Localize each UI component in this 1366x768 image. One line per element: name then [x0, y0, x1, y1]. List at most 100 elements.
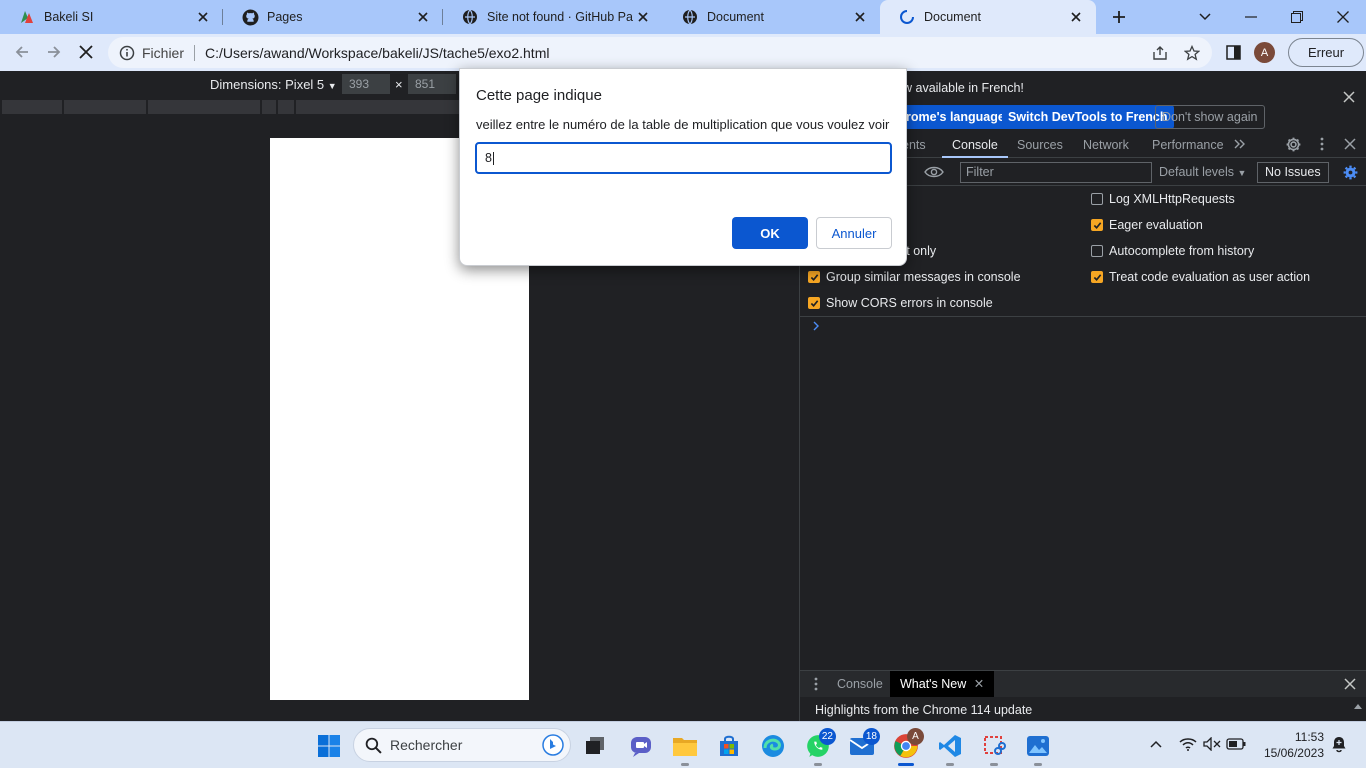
start-button[interactable]	[311, 728, 347, 764]
mail-icon[interactable]: 18	[844, 728, 880, 764]
tab-bakeli[interactable]: Bakeli SI	[0, 0, 223, 34]
drawer-tab-console[interactable]: Console	[837, 671, 883, 697]
dimension-separator: ×	[395, 77, 403, 92]
notifications-bell-icon[interactable]	[1328, 733, 1350, 755]
side-panel-icon[interactable]	[1220, 39, 1246, 65]
live-expression-eye-icon[interactable]	[924, 164, 944, 180]
filter-input[interactable]: Filter	[960, 162, 1152, 183]
url-text[interactable]: C:/Users/awand/Workspace/bakeli/JS/tache…	[205, 45, 549, 61]
device-dimensions-dropdown[interactable]: Dimensions: Pixel 5 ▼	[210, 77, 337, 92]
file-explorer-icon[interactable]	[667, 728, 703, 766]
snipping-tool-icon[interactable]	[976, 728, 1012, 766]
setting-cors-errors[interactable]: Show CORS errors in console	[808, 293, 993, 313]
checkbox-checked[interactable]	[1091, 271, 1103, 283]
task-view-icon[interactable]	[578, 728, 614, 764]
console-prompt-chevron-icon[interactable]	[812, 321, 822, 331]
vscode-icon[interactable]	[932, 728, 968, 766]
close-devtools-icon[interactable]	[1342, 136, 1360, 154]
log-levels-dropdown[interactable]: Default levels ▼	[1159, 165, 1246, 179]
device-width-input[interactable]: 393	[342, 74, 390, 94]
tab-document[interactable]: Document	[663, 0, 880, 34]
microsoft-store-icon[interactable]	[711, 728, 747, 764]
globe-icon	[461, 8, 479, 26]
setting-log-xhr[interactable]: Log XMLHttpRequests	[1091, 189, 1235, 209]
new-tab-button[interactable]	[1106, 5, 1132, 29]
stop-loading-button[interactable]	[73, 39, 99, 65]
setting-label: Log XMLHttpRequests	[1109, 192, 1235, 206]
bookmark-star-icon[interactable]	[1180, 37, 1204, 68]
close-icon[interactable]	[633, 7, 653, 27]
checkbox-unchecked[interactable]	[1091, 245, 1103, 257]
close-icon[interactable]	[413, 7, 433, 27]
error-button[interactable]: Erreur	[1288, 38, 1364, 67]
chrome-icon[interactable]: A	[888, 728, 924, 766]
avatar[interactable]: A	[1254, 42, 1275, 63]
close-drawer-icon[interactable]	[1344, 678, 1356, 690]
tab-document-active[interactable]: Document	[880, 0, 1096, 34]
more-tabs-chevron-icon[interactable]	[1232, 136, 1250, 154]
setting-label: Autocomplete from history	[1109, 244, 1255, 258]
address-bar[interactable]: Fichier C:/Users/awand/Workspace/bakeli/…	[108, 37, 1212, 68]
checkbox-unchecked[interactable]	[1091, 193, 1103, 205]
taskbar-clock[interactable]: 11:53 15/06/2023	[1256, 729, 1324, 761]
issues-button[interactable]: No Issues	[1257, 162, 1329, 183]
gear-icon[interactable]	[1285, 136, 1303, 154]
checkbox-checked[interactable]	[808, 271, 820, 283]
close-icon[interactable]	[1066, 7, 1086, 27]
setting-treat-code-eval[interactable]: Treat code evaluation as user action	[1091, 267, 1310, 287]
forward-button[interactable]	[41, 39, 67, 65]
dialog-input[interactable]: 8	[475, 142, 892, 174]
teams-chat-icon[interactable]	[623, 728, 659, 764]
drawer-menu-icon[interactable]	[810, 676, 822, 692]
tab-performance[interactable]: Performance	[1152, 132, 1224, 158]
match-chrome-language-button[interactable]: rome's language	[900, 105, 1011, 129]
tab-console[interactable]: Console	[942, 132, 1008, 158]
tab-site-not-found[interactable]: Site not found · GitHub Pages	[443, 0, 663, 34]
github-icon	[241, 8, 259, 26]
tab-pages[interactable]: Pages	[223, 0, 443, 34]
volume-muted-icon[interactable]	[1201, 733, 1223, 755]
dont-show-again-button[interactable]: Don't show again	[1155, 105, 1265, 129]
battery-icon[interactable]	[1225, 733, 1247, 755]
tab-network[interactable]: Network	[1083, 132, 1129, 158]
ok-button[interactable]: OK	[732, 217, 808, 249]
setting-autocomplete[interactable]: Autocomplete from history	[1091, 241, 1254, 261]
setting-eager-evaluation[interactable]: Eager evaluation	[1091, 215, 1203, 235]
close-icon[interactable]	[850, 7, 870, 27]
close-icon[interactable]	[193, 7, 213, 27]
close-icon[interactable]	[1343, 91, 1359, 107]
cancel-button[interactable]: Annuler	[816, 217, 892, 249]
tab-search-chevron-icon[interactable]	[1182, 0, 1228, 34]
tab-title: Document	[924, 10, 981, 24]
setting-label: Show CORS errors in console	[826, 296, 993, 310]
switch-devtools-french-button[interactable]: Switch DevTools to French	[1002, 105, 1174, 129]
dialog-input-value: 8	[485, 151, 492, 165]
chevron-up-icon[interactable]	[1145, 733, 1167, 755]
setting-group-similar[interactable]: Group similar messages in console	[808, 267, 1021, 287]
wifi-icon[interactable]	[1177, 733, 1199, 755]
browser-toolbar: Fichier C:/Users/awand/Workspace/bakeli/…	[0, 34, 1366, 71]
checkbox-checked[interactable]	[808, 297, 820, 309]
whatsapp-icon[interactable]: 22	[800, 728, 836, 766]
scroll-up-icon[interactable]	[1353, 702, 1363, 710]
minimize-button[interactable]	[1228, 0, 1274, 34]
tab-sources[interactable]: Sources	[1017, 132, 1063, 158]
restore-button[interactable]	[1274, 0, 1320, 34]
photos-icon[interactable]	[1020, 728, 1056, 766]
close-icon[interactable]: ✕	[974, 677, 984, 691]
loading-spinner-icon	[898, 8, 916, 26]
back-button[interactable]	[9, 39, 35, 65]
checkbox-checked[interactable]	[1091, 219, 1103, 231]
taskbar-search[interactable]: Rechercher	[353, 728, 571, 762]
kebab-menu-icon[interactable]	[1314, 136, 1332, 154]
bing-chat-icon[interactable]	[542, 734, 564, 756]
setting-label: Treat code evaluation as user action	[1109, 270, 1311, 284]
tab-title: Document	[707, 10, 764, 24]
close-window-button[interactable]	[1320, 0, 1366, 34]
info-icon[interactable]	[118, 44, 136, 62]
device-height-input[interactable]: 851	[408, 74, 456, 94]
edge-icon[interactable]	[755, 728, 791, 764]
drawer-tab-whats-new[interactable]: What's New ✕	[890, 671, 995, 697]
share-icon[interactable]	[1148, 37, 1172, 68]
console-settings-gear-icon[interactable]	[1342, 164, 1359, 181]
